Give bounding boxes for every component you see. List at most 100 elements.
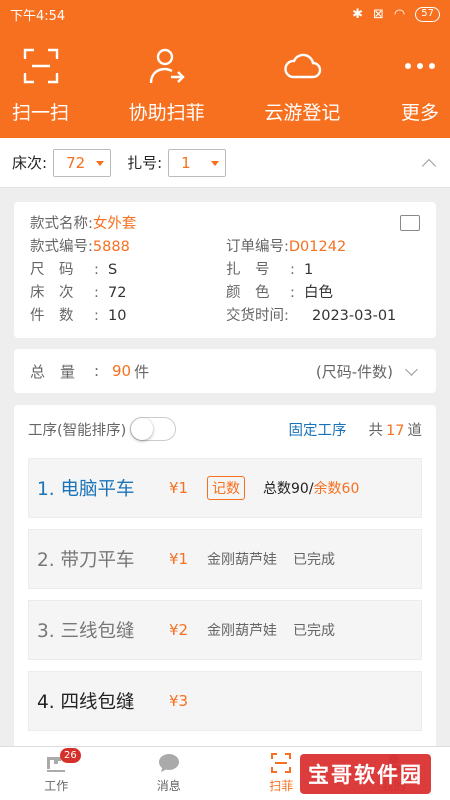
bundle-row: 扎 号:1	[226, 258, 313, 279]
total-quantity-card[interactable]: 总 量 : 90 件 (尺码-件数)	[14, 349, 436, 393]
style-name-label: 款式名称:	[30, 216, 93, 232]
tab-work-label: 工作	[44, 779, 69, 793]
chat-bubble-icon	[158, 754, 179, 772]
pieces-sep: :	[94, 308, 99, 324]
scan-label: 扫一扫	[12, 102, 70, 124]
process-name: 3. 三线包缝	[37, 621, 135, 642]
size-sep: :	[94, 262, 99, 278]
process-card: 工序(智能排序) 固定工序 共 17 道 1. 电脑平车 ¥1 记数 总数90/余数…	[14, 405, 436, 750]
process-status: 已完成	[293, 623, 335, 639]
process-name: 4. 四线包缝	[37, 692, 135, 713]
caret-down-icon	[211, 161, 220, 166]
process-price: ¥2	[169, 621, 189, 639]
expand-chevron-down-icon[interactable]	[405, 362, 418, 376]
tab-work[interactable]: 26 工作	[0, 747, 113, 800]
color-value: 白色	[304, 285, 333, 301]
filter-bar: 床次: 72 扎号: 1	[0, 138, 450, 188]
bed-info-label: 床 次	[30, 285, 74, 301]
fixed-process-link[interactable]: 固定工序	[289, 419, 347, 440]
status-bar: 下午4:54 ✱ ⊠ ◠ 57	[0, 0, 450, 28]
size-value: S	[108, 262, 118, 278]
bed-row: 床 次:72	[30, 281, 126, 302]
more-button[interactable]: 更多	[400, 28, 440, 138]
style-name-row: 款式名称:女外套	[30, 212, 136, 233]
scan-icon	[23, 48, 58, 84]
cloud-register-button[interactable]: 云游登记	[264, 28, 340, 138]
process-header: 工序(智能排序) 固定工序 共 17 道	[14, 405, 436, 453]
battery-indicator: 57	[415, 6, 440, 22]
cloud-icon	[284, 53, 322, 79]
process-count-prefix: 共	[368, 422, 384, 439]
delivery-value: 2023-03-01	[312, 308, 397, 324]
process-worker: 金刚葫芦娃	[207, 623, 277, 639]
process-price: ¥3	[169, 692, 189, 710]
bundle-info-value: 1	[304, 262, 314, 278]
wifi-icon: ◠	[393, 6, 406, 22]
bundle-select[interactable]: 1	[168, 148, 227, 177]
pieces-label: 件 数	[30, 308, 74, 324]
process-item[interactable]: 2. 带刀平车 ¥1 金刚葫芦娃 已完成	[28, 529, 422, 589]
count-tag[interactable]: 记数	[207, 476, 245, 500]
bed-select[interactable]: 72	[53, 148, 112, 177]
work-badge: 26	[60, 748, 81, 763]
scan-icon	[271, 753, 292, 773]
size-breakdown-label: (尺码-件数)	[315, 362, 393, 381]
process-worker: 金刚葫芦娃	[207, 552, 277, 568]
total-count: 总数90/	[263, 481, 314, 497]
collapse-chevron-up-icon[interactable]	[421, 158, 437, 173]
process-item[interactable]: 1. 电脑平车 ¥1 记数 总数90/余数60	[28, 458, 422, 518]
status-time: 下午4:54	[10, 8, 66, 24]
color-label: 颜 色	[226, 285, 270, 301]
pieces-value: 10	[108, 308, 127, 324]
scan-button[interactable]: 扫一扫	[12, 28, 69, 138]
process-item[interactable]: 4. 四线包缝 ¥3	[28, 671, 422, 731]
header-toolbar: 扫一扫 协助扫菲 云游登记 更多	[0, 28, 450, 138]
process-status: 已完成	[293, 552, 335, 568]
bed-select-value: 72	[66, 153, 86, 172]
total-value: 90	[112, 362, 132, 380]
more-label: 更多	[400, 102, 439, 124]
smart-sort-toggle[interactable]	[130, 417, 177, 441]
assist-scan-button[interactable]: 协助扫菲	[129, 28, 205, 138]
total-unit: 件	[134, 362, 150, 381]
order-code-row: 订单编号:D01242	[226, 235, 346, 256]
bundle-select-value: 1	[181, 153, 191, 172]
tab-messages[interactable]: 消息	[113, 747, 226, 800]
total-label: 总 量	[30, 362, 76, 381]
process-item[interactable]: 3. 三线包缝 ¥2 金刚葫芦娃 已完成	[28, 600, 422, 660]
process-count-suffix: 道	[407, 422, 423, 439]
style-code-label: 款式编号:	[30, 239, 93, 255]
size-row: 尺 码: S	[30, 258, 117, 279]
color-sep: :	[290, 285, 295, 301]
style-code-value: 5888	[92, 239, 130, 255]
bundle-label: 扎号:	[127, 154, 163, 172]
process-name: 2. 带刀平车	[37, 550, 135, 571]
cloud-register-label: 云游登记	[264, 102, 341, 124]
remaining-count: 余数60	[313, 481, 360, 497]
bed-info-value: 72	[108, 285, 127, 301]
tab-messages-label: 消息	[156, 779, 181, 793]
toggle-knob	[131, 418, 154, 440]
image-icon[interactable]	[400, 215, 420, 231]
caret-down-icon	[96, 161, 105, 166]
style-name-value: 女外套	[92, 216, 137, 232]
style-info-card: 款式名称:女外套 款式编号:5888 订单编号:D01242 尺 码: S 扎 号…	[14, 202, 436, 338]
total-sep: :	[94, 362, 100, 380]
process-count: 共 17 道	[369, 419, 422, 440]
more-icon	[404, 63, 435, 69]
bundle-info-label: 扎 号	[226, 262, 270, 278]
watermark-logo: 宝哥软件园	[300, 754, 431, 794]
process-count-value: 17	[386, 422, 405, 439]
order-code-value: D01242	[288, 239, 347, 255]
process-counts: 总数90/余数60	[263, 478, 359, 498]
order-code-label: 订单编号:	[226, 239, 289, 255]
sim-icon: ⊠	[373, 6, 384, 22]
style-code-row: 款式编号:5888	[30, 235, 130, 256]
pieces-row: 件 数:10	[30, 304, 126, 325]
color-row: 颜 色: 白色	[226, 281, 333, 302]
user-transfer-icon	[149, 48, 185, 84]
bluetooth-icon: ✱	[352, 6, 364, 22]
process-name: 1. 电脑平车	[37, 479, 135, 500]
bundle-sep: :	[290, 262, 295, 278]
process-title: 工序(智能排序)	[28, 422, 127, 439]
